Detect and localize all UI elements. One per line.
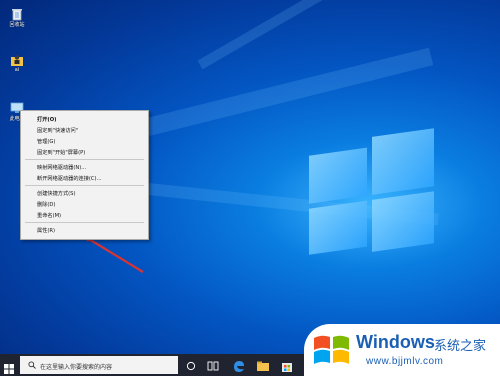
menu-item-open[interactable]: 打开(O): [37, 116, 57, 123]
task-view-button[interactable]: [206, 358, 220, 372]
edge-browser-button[interactable]: [232, 358, 246, 372]
watermark-panel: Windows 系统之家 www.bjjmlv.com: [304, 324, 500, 376]
watermark-brand: Windows: [356, 332, 435, 352]
menu-item-pin-quick-access[interactable]: 固定到"快速访问": [37, 127, 78, 134]
cortana-icon: [186, 361, 196, 371]
edge-icon: [234, 361, 244, 372]
watermark-cn: 系统之家: [434, 339, 487, 354]
watermark-url: www.bjjmlv.com: [366, 356, 444, 367]
taskbar-search-box[interactable]: 在这里输入你要搜索的内容: [20, 356, 178, 374]
search-icon: [28, 361, 36, 369]
menu-separator: [25, 222, 144, 223]
menu-item-properties[interactable]: 属性(R): [37, 227, 55, 234]
menu-separator: [25, 159, 144, 160]
task-view-icon: [207, 361, 219, 371]
context-menu: 打开(O) 固定到"快速访问" 管理(G) 固定到"开始"屏幕(P) 映射网络驱…: [20, 110, 149, 240]
menu-item-delete[interactable]: 删除(D): [37, 201, 55, 208]
menu-separator: [25, 185, 144, 186]
menu-item-disconnect-network-drive[interactable]: 断开网络驱动器的连接(C)...: [37, 175, 102, 182]
menu-item-create-shortcut[interactable]: 创建快捷方式(S): [37, 190, 75, 197]
menu-item-manage[interactable]: 管理(G): [37, 138, 55, 145]
menu-item-map-network-drive[interactable]: 映射网络驱动器(N)...: [37, 164, 86, 171]
windows-start-icon: [4, 364, 14, 374]
cortana-button[interactable]: [184, 358, 198, 372]
store-button[interactable]: [280, 358, 294, 372]
file-explorer-button[interactable]: [256, 358, 270, 372]
folder-icon: [257, 361, 269, 371]
search-placeholder: 在这里输入你要搜索的内容: [40, 364, 113, 371]
store-icon: [282, 363, 292, 372]
menu-item-pin-start[interactable]: 固定到"开始"屏幕(P): [37, 149, 85, 156]
windows-logo-icon: [314, 335, 349, 364]
start-button[interactable]: [3, 360, 15, 374]
menu-item-rename[interactable]: 重命名(M): [37, 212, 61, 219]
